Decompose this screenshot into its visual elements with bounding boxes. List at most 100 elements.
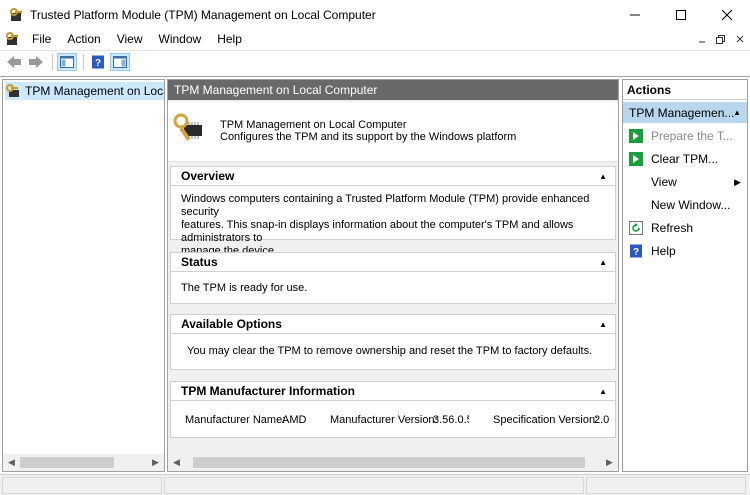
help-toolbar-button[interactable]: ? xyxy=(88,53,108,71)
mdi-controls xyxy=(691,29,748,49)
console-tree-pane: TPM Management on Local ◀ ▶ xyxy=(2,79,165,472)
manufacturer-version-label: Manufacturer Version: xyxy=(330,414,438,426)
status-header[interactable]: Status ▲ xyxy=(171,253,615,272)
action-label: Refresh xyxy=(651,221,694,235)
submenu-arrow-icon: ▶ xyxy=(734,176,741,187)
help-icon: ? xyxy=(629,244,643,258)
action-view[interactable]: View ▶ xyxy=(623,172,747,192)
available-options-section: Available Options ▲ You may clear the TP… xyxy=(170,314,616,370)
action-help[interactable]: ? Help xyxy=(623,241,747,261)
action-label: View xyxy=(651,175,677,189)
overview-line: features. This snap-in displays informat… xyxy=(181,219,574,244)
scroll-left-icon[interactable]: ◀ xyxy=(3,454,20,471)
blank-icon xyxy=(629,198,643,212)
svg-text:?: ? xyxy=(633,247,639,258)
overview-title: Overview xyxy=(181,169,235,183)
back-button[interactable] xyxy=(4,53,24,71)
show-hide-console-tree-button[interactable] xyxy=(57,52,77,71)
title-bar: Trusted Platform Module (TPM) Management… xyxy=(0,0,750,30)
overview-header[interactable]: Overview ▲ xyxy=(171,167,615,186)
action-refresh[interactable]: Refresh xyxy=(623,218,747,238)
close-button[interactable] xyxy=(704,0,750,30)
tree-item-label: TPM Management on Local xyxy=(25,84,164,98)
actions-group-label: TPM Managemen... xyxy=(629,105,735,120)
minimize-button[interactable] xyxy=(612,0,658,30)
specification-version-value: 2.0 xyxy=(594,414,610,426)
toolbar: ? xyxy=(0,50,750,72)
action-prepare-tpm[interactable]: Prepare the T... xyxy=(623,126,747,146)
console-tree-icon xyxy=(60,55,74,68)
tpm-key-icon xyxy=(5,83,21,99)
intro-title: TPM Management on Local Computer xyxy=(220,119,407,131)
back-arrow-icon xyxy=(7,55,21,68)
mdi-close-button[interactable] xyxy=(731,31,748,47)
collapse-caret-icon[interactable]: ▲ xyxy=(733,108,741,117)
toolbar-separator xyxy=(83,53,84,70)
manufacturer-version-value: 3.56.0.5 xyxy=(433,414,469,426)
status-segment xyxy=(586,477,746,494)
maximize-button[interactable] xyxy=(658,0,704,30)
intro-description: Configures the TPM and its support by th… xyxy=(220,131,517,143)
actions-group-tpm-management[interactable]: TPM Managemen... ▲ xyxy=(623,102,747,123)
green-arrow-icon xyxy=(629,152,643,166)
mmc-document-icon[interactable] xyxy=(4,31,20,47)
status-title: Status xyxy=(181,255,218,269)
scrollbar-thumb[interactable] xyxy=(20,457,114,468)
refresh-icon xyxy=(629,221,643,235)
show-hide-action-pane-button[interactable] xyxy=(110,52,130,71)
green-arrow-icon xyxy=(629,129,643,143)
help-book-icon: ? xyxy=(92,55,104,69)
menu-window[interactable]: Window xyxy=(151,32,210,46)
overview-body: Windows computers containing a Trusted P… xyxy=(181,193,615,258)
actions-pane: Actions TPM Managemen... ▲ Prepare the T… xyxy=(622,79,748,472)
mdi-restore-button[interactable] xyxy=(712,31,729,47)
menu-file[interactable]: File xyxy=(24,32,59,46)
overview-section: Overview ▲ Windows computers containing … xyxy=(170,166,616,257)
manufacturer-header[interactable]: TPM Manufacturer Information ▲ xyxy=(171,382,615,401)
action-label: Clear TPM... xyxy=(651,152,719,166)
manufacturer-body: Manufacturer Name: AMD Manufacturer Vers… xyxy=(185,414,615,428)
scroll-left-icon[interactable]: ◀ xyxy=(168,454,185,471)
action-new-window[interactable]: New Window... xyxy=(623,195,747,215)
action-label: New Window... xyxy=(651,198,731,212)
status-text: The TPM is ready for use. xyxy=(181,282,308,294)
forward-arrow-icon xyxy=(29,55,43,68)
mdi-minimize-button[interactable] xyxy=(693,31,710,47)
snapin-intro: TPM Management on Local Computer Configu… xyxy=(168,102,618,162)
available-options-text: You may clear the TPM to remove ownershi… xyxy=(187,345,593,357)
status-bar xyxy=(0,474,750,495)
scroll-right-icon[interactable]: ▶ xyxy=(147,454,164,471)
available-options-title: Available Options xyxy=(181,317,282,331)
tree-horizontal-scrollbar[interactable]: ◀ ▶ xyxy=(3,454,164,471)
manufacturer-name-label: Manufacturer Name: xyxy=(185,414,286,426)
manufacturer-section: TPM Manufacturer Information ▲ Manufactu… xyxy=(170,381,616,438)
tpm-chip-key-icon xyxy=(172,112,202,142)
actions-title: Actions xyxy=(623,80,747,100)
menu-help[interactable]: Help xyxy=(209,32,250,46)
scroll-right-icon[interactable]: ▶ xyxy=(601,454,618,471)
status-section: Status ▲ The TPM is ready for use. xyxy=(170,252,616,304)
action-clear-tpm[interactable]: Clear TPM... xyxy=(623,149,747,169)
forward-button[interactable] xyxy=(26,53,46,71)
window-title: Trusted Platform Module (TPM) Management… xyxy=(30,8,376,22)
specification-version-label: Specification Version: xyxy=(493,414,599,426)
action-pane-icon xyxy=(113,55,127,68)
manufacturer-name-value: AMD xyxy=(282,414,307,426)
toolbar-separator xyxy=(52,53,53,70)
results-horizontal-scrollbar[interactable]: ◀ ▶ xyxy=(168,454,618,471)
tpm-app-icon xyxy=(8,7,24,23)
manufacturer-title: TPM Manufacturer Information xyxy=(181,384,356,398)
results-pane-header: TPM Management on Local Computer xyxy=(168,80,618,100)
menu-action[interactable]: Action xyxy=(59,32,108,46)
collapse-caret-icon[interactable]: ▲ xyxy=(599,172,607,181)
collapse-caret-icon[interactable]: ▲ xyxy=(599,320,607,329)
window-controls xyxy=(612,0,750,30)
tree-item-tpm-management[interactable]: TPM Management on Local xyxy=(5,82,164,100)
collapse-caret-icon[interactable]: ▲ xyxy=(599,258,607,267)
results-pane: TPM Management on Local Computer TPM Man… xyxy=(167,79,619,472)
menu-view[interactable]: View xyxy=(109,32,151,46)
svg-text:?: ? xyxy=(95,58,101,69)
available-options-header[interactable]: Available Options ▲ xyxy=(171,315,615,334)
scrollbar-thumb[interactable] xyxy=(193,457,585,468)
collapse-caret-icon[interactable]: ▲ xyxy=(599,387,607,396)
